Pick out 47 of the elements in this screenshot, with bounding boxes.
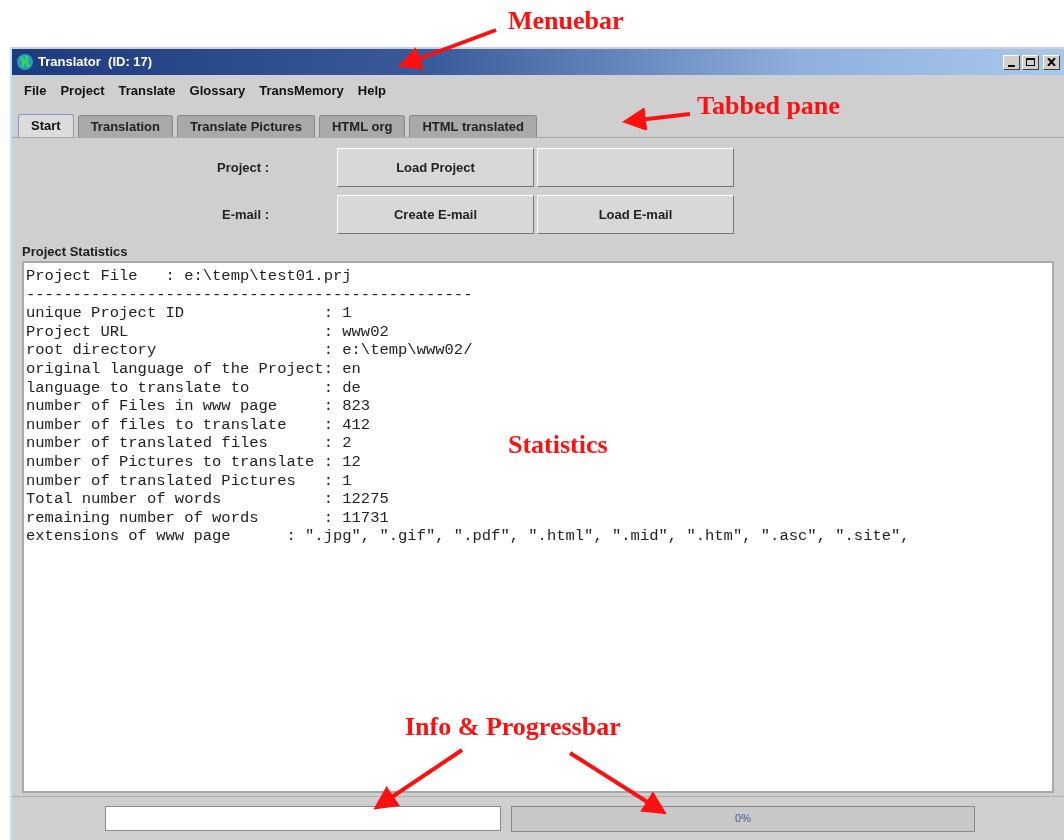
annotation-label: Info & Progressbar: [405, 712, 621, 742]
section-heading: Project Statistics: [22, 244, 129, 260]
statistics-line: number of translated files : 2: [26, 434, 352, 453]
statistics-line: remaining number of words : 11731: [26, 508, 389, 528]
statistics-line: number of Files in www page : 823: [26, 397, 371, 416]
row-label: E-mail :: [221, 205, 270, 224]
blank-button[interactable]: [537, 148, 734, 187]
info-field[interactable]: [105, 806, 501, 831]
progress-reading: 0%: [735, 811, 751, 827]
statistics-line: number of translated Pictures : 1: [26, 471, 352, 491]
globe-icon: [16, 53, 34, 71]
statistics-line: language to translate to : de: [26, 378, 361, 398]
tab[interactable]: Translate Pictures: [177, 115, 315, 137]
statistics-line: root directory : e:\temp\www02/: [26, 341, 473, 360]
row-label: Project :: [216, 158, 270, 177]
close-button[interactable]: [1043, 54, 1060, 70]
statistics-line: number of Pictures to translate : 12: [26, 452, 361, 472]
window-title: Translator (ID: 17): [38, 53, 153, 72]
statistics-line: Total number of words : 12275: [26, 490, 389, 509]
menu-item[interactable]: Help: [357, 81, 386, 101]
statistics-line: unique Project ID : 1: [26, 304, 352, 323]
statistics-line: Project File : e:\temp\test01.prj: [26, 267, 352, 286]
annotation-label: Tabbed pane: [697, 91, 840, 121]
menu-item[interactable]: Glossary: [189, 81, 246, 101]
statistics-line: extensions of www page : ".jpg", ".gif", ".pdf", ".html", ".mid", ".htm", ".asc", ".site",: [26, 527, 910, 546]
menu-item[interactable]: File: [24, 81, 47, 101]
statistics-line: Project URL : www02: [26, 322, 389, 342]
statistics-line: ------------------------------------------------: [26, 285, 473, 305]
menu-item[interactable]: Translate: [118, 81, 176, 101]
action-button[interactable]: Load E-mail: [537, 195, 734, 234]
action-button[interactable]: Create E-mail: [337, 195, 534, 234]
tab[interactable]: HTML translated: [409, 115, 537, 137]
statistics-line: number of files to translate : 412: [26, 415, 371, 435]
menu-item[interactable]: TransMemory: [259, 81, 344, 101]
maximize-icon: [1026, 58, 1035, 66]
minimize-button[interactable]: [1003, 54, 1020, 70]
action-button[interactable]: Load Project: [337, 148, 534, 187]
minimize-icon: [1008, 64, 1015, 67]
statistics-line: original language of the Project: en: [26, 359, 361, 379]
annotation-label: Statistics: [508, 430, 608, 460]
close-icon: [1047, 58, 1056, 66]
tab[interactable]: Translation: [77, 115, 173, 137]
menu-item[interactable]: Project: [60, 81, 105, 101]
maximize-button[interactable]: [1022, 54, 1039, 70]
tab[interactable]: HTML org: [319, 115, 406, 137]
tab[interactable]: Start: [18, 114, 74, 137]
annotation-label: Menuebar: [508, 6, 624, 36]
